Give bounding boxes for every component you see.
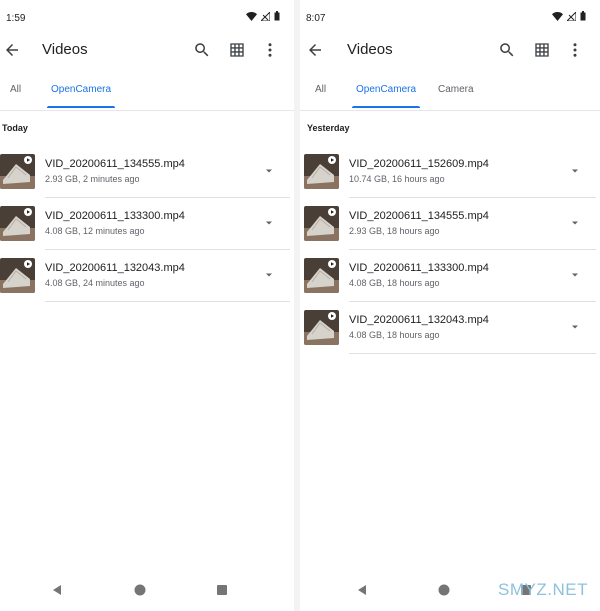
file-name: VID_20200611_132043.mp4 (45, 262, 185, 274)
right-screen: 8:07 Videos All OpenCamera Camera Yester… (300, 0, 600, 611)
list-item[interactable]: VID_20200611_132043.mp4 4.08 GB, 24 minu… (0, 250, 294, 302)
file-meta: 4.08 GB, 12 minutes ago (45, 226, 145, 236)
arrow-back-icon[interactable] (306, 41, 324, 59)
tab-opencamera[interactable]: OpenCamera (356, 84, 416, 95)
dropdown-arrow-icon[interactable] (264, 218, 274, 228)
tab-bar: All OpenCamera Camera (300, 78, 600, 111)
tab-camera[interactable]: Camera (438, 84, 474, 95)
signal-icon (261, 11, 270, 21)
status-icons (552, 11, 586, 21)
search-icon[interactable] (498, 41, 516, 59)
file-meta: 2.93 GB, 2 minutes ago (45, 174, 140, 184)
dropdown-arrow-icon[interactable] (264, 166, 274, 176)
tab-bar: All OpenCamera (0, 78, 294, 111)
video-thumbnail[interactable] (0, 258, 35, 293)
list-item[interactable]: VID_20200611_132043.mp4 4.08 GB, 18 hour… (304, 302, 600, 354)
file-meta: 4.08 GB, 18 hours ago (349, 278, 440, 288)
nav-back-icon[interactable] (355, 583, 369, 597)
dropdown-arrow-icon[interactable] (570, 218, 580, 228)
dropdown-arrow-icon[interactable] (570, 166, 580, 176)
app-bar: Videos (0, 38, 294, 66)
list-item[interactable]: VID_20200611_152609.mp4 10.74 GB, 16 hou… (304, 146, 600, 198)
tab-all[interactable]: All (10, 84, 21, 95)
list-item[interactable]: VID_20200611_134555.mp4 2.93 GB, 18 hour… (304, 198, 600, 250)
app-bar: Videos (300, 38, 600, 66)
file-name: VID_20200611_134555.mp4 (45, 158, 185, 170)
file-meta: 10.74 GB, 16 hours ago (349, 174, 445, 184)
tabs-divider (0, 110, 294, 111)
file-meta: 4.08 GB, 18 hours ago (349, 330, 440, 340)
list-item[interactable]: VID_20200611_134555.mp4 2.93 GB, 2 minut… (0, 146, 294, 198)
status-bar: 1:59 (0, 0, 294, 38)
file-name: VID_20200611_133300.mp4 (45, 210, 185, 222)
left-screen: 1:59 Videos All OpenCamera Today VID_202… (0, 0, 294, 611)
wifi-icon (246, 11, 257, 21)
search-icon[interactable] (193, 41, 211, 59)
video-thumbnail[interactable] (304, 310, 339, 345)
status-time: 8:07 (306, 13, 326, 24)
video-thumbnail[interactable] (0, 206, 35, 241)
video-thumbnail[interactable] (304, 154, 339, 189)
video-thumbnail[interactable] (304, 206, 339, 241)
arrow-back-icon[interactable] (3, 41, 21, 59)
dropdown-arrow-icon[interactable] (570, 322, 580, 332)
row-divider (349, 353, 596, 354)
list-item[interactable]: VID_20200611_133300.mp4 4.08 GB, 18 hour… (304, 250, 600, 302)
grid-view-icon[interactable] (533, 41, 551, 59)
status-icons (246, 11, 280, 21)
tab-indicator (47, 106, 115, 108)
section-header: Today (2, 123, 28, 133)
page-title: Videos (347, 41, 393, 58)
tab-opencamera[interactable]: OpenCamera (51, 84, 111, 95)
tab-all[interactable]: All (315, 84, 326, 95)
section-header: Yesterday (307, 123, 350, 133)
video-thumbnail[interactable] (304, 258, 339, 293)
grid-view-icon[interactable] (228, 41, 246, 59)
navigation-bar (0, 575, 294, 605)
battery-icon (580, 11, 586, 21)
more-vert-icon[interactable] (566, 41, 584, 59)
file-meta: 2.93 GB, 18 hours ago (349, 226, 440, 236)
nav-back-icon[interactable] (50, 583, 64, 597)
wifi-icon (552, 11, 563, 21)
file-name: VID_20200611_152609.mp4 (349, 158, 489, 170)
file-name: VID_20200611_134555.mp4 (349, 210, 489, 222)
nav-home-icon[interactable] (437, 583, 451, 597)
nav-home-icon[interactable] (133, 583, 147, 597)
file-name: VID_20200611_132043.mp4 (349, 314, 489, 326)
tabs-divider (300, 110, 600, 111)
battery-icon (274, 11, 280, 21)
status-bar: 8:07 (300, 0, 600, 38)
dropdown-arrow-icon[interactable] (264, 270, 274, 280)
status-time: 1:59 (6, 13, 26, 24)
row-divider (45, 301, 290, 302)
tab-indicator (352, 106, 420, 108)
file-meta: 4.08 GB, 24 minutes ago (45, 278, 145, 288)
watermark: SMYZ.NET (498, 580, 588, 599)
list-item[interactable]: VID_20200611_133300.mp4 4.08 GB, 12 minu… (0, 198, 294, 250)
page-title: Videos (42, 41, 88, 58)
video-thumbnail[interactable] (0, 154, 35, 189)
nav-recents-icon[interactable] (215, 583, 229, 597)
file-name: VID_20200611_133300.mp4 (349, 262, 489, 274)
signal-icon (567, 11, 576, 21)
dropdown-arrow-icon[interactable] (570, 270, 580, 280)
more-vert-icon[interactable] (261, 41, 279, 59)
